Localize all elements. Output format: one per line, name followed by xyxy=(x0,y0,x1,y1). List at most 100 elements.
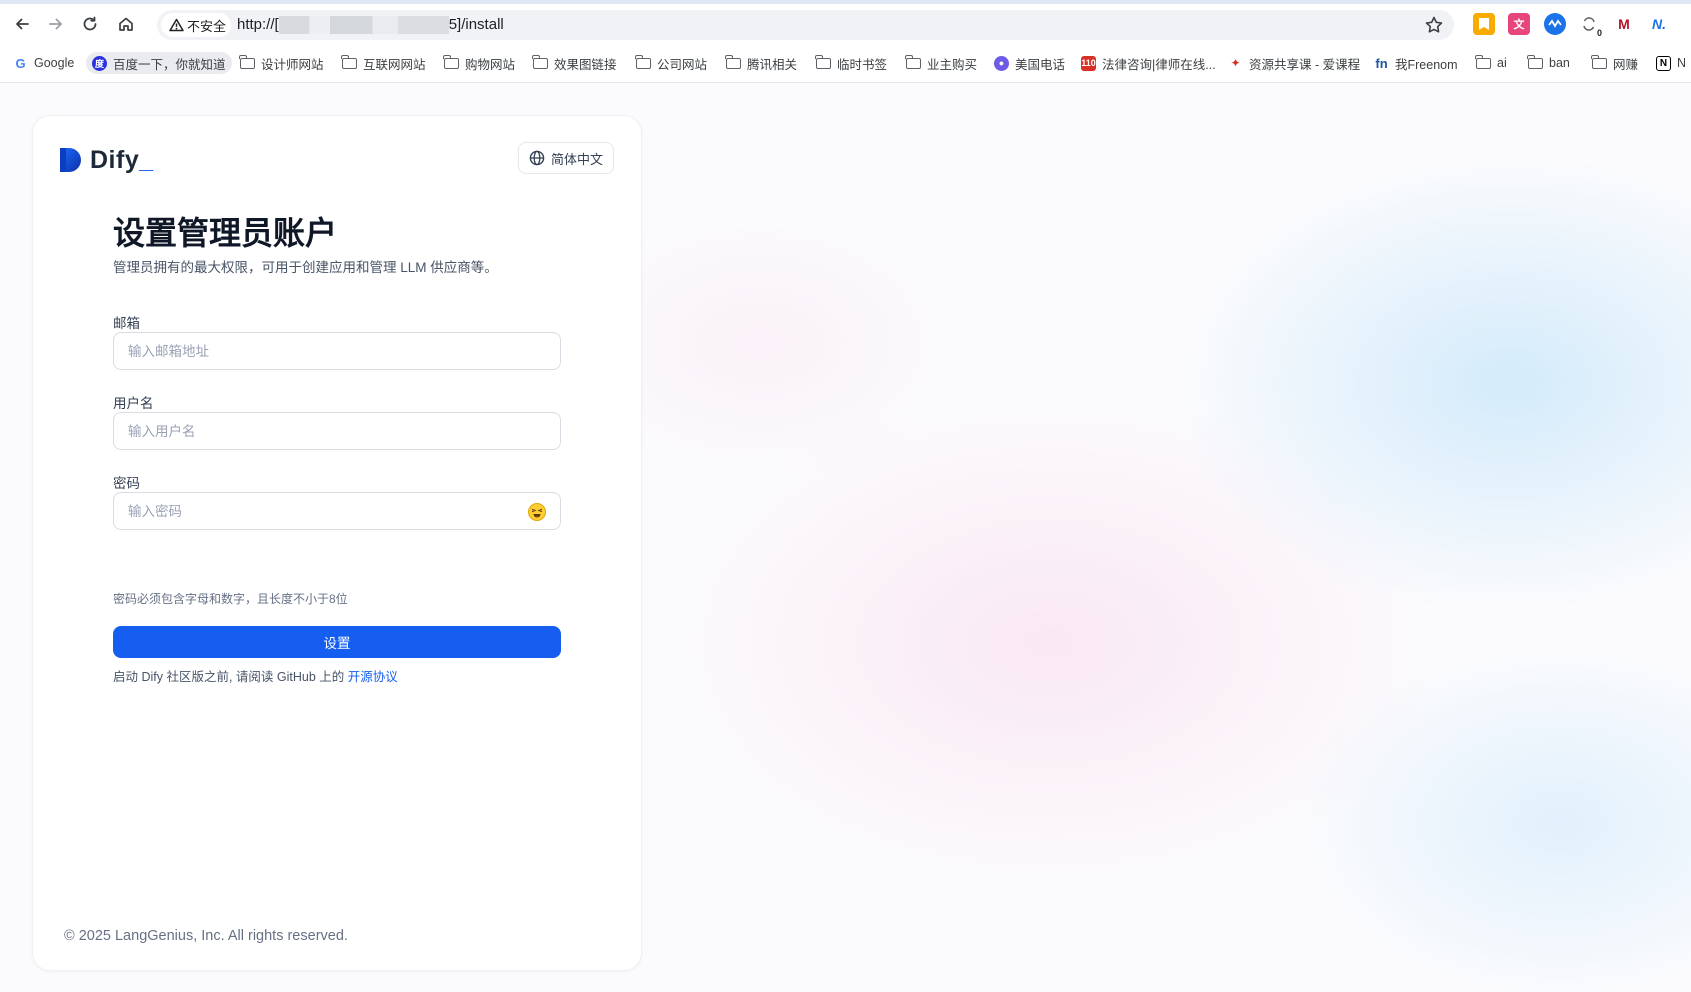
reload-button[interactable] xyxy=(77,11,103,37)
bookmark-label: 我Freenom xyxy=(1395,57,1458,72)
extension-chat-icon[interactable] xyxy=(1544,13,1566,35)
wave-icon xyxy=(1548,19,1562,28)
google-favicon-icon: G xyxy=(13,55,28,71)
folder-icon xyxy=(815,54,831,69)
license-notice: 启动 Dify 社区版之前, 请阅读 GitHub 上的 开源协议 xyxy=(113,666,398,685)
page-subtitle: 管理员拥有的最大权限，可用于创建应用和管理 LLM 供应商等。 xyxy=(113,260,498,275)
redacted-host xyxy=(278,16,449,35)
law-110-icon: 110 xyxy=(1081,55,1096,71)
url-suffix: 5]/install xyxy=(448,16,504,33)
baidu-paw-icon: 度 xyxy=(92,55,107,71)
bookmark-label: 互联网网站 xyxy=(363,57,426,72)
email-input[interactable] xyxy=(113,332,561,370)
bookmark-folder-earn[interactable]: 网赚 xyxy=(1591,52,1639,74)
license-text: 启动 Dify 社区版之前, 请阅读 GitHub 上的 xyxy=(113,670,345,684)
extension-m-icon[interactable]: M xyxy=(1613,13,1635,35)
home-button[interactable] xyxy=(113,11,139,37)
folder-icon xyxy=(341,54,357,69)
extension-bookmark-icon[interactable] xyxy=(1473,13,1495,35)
bookmark-label: 购物网站 xyxy=(465,57,516,72)
ribbon-icon xyxy=(1479,18,1489,30)
bookmark-label: 设计师网站 xyxy=(261,57,324,72)
install-card: Dify_ 简体中文 设置管理员账户 管理员拥有的最大权限，可用于创建应用和管理… xyxy=(32,115,642,971)
forward-button[interactable] xyxy=(43,11,69,37)
bookmark-us-phone[interactable]: ● 美国电话 xyxy=(994,52,1065,74)
extension-sync-icon[interactable]: 0 xyxy=(1578,13,1602,38)
extension-translate-icon[interactable]: 文 xyxy=(1508,13,1530,35)
bookmark-folder-designer[interactable]: 设计师网站 xyxy=(239,52,324,74)
show-password-emoji-icon[interactable] xyxy=(527,502,547,522)
bookmark-folder-ai[interactable]: ai xyxy=(1475,52,1507,74)
bookmark-star-button[interactable] xyxy=(1424,15,1444,35)
username-label: 用户名 xyxy=(113,396,154,411)
copyright-footer: © 2025 LangGenius, Inc. All rights reser… xyxy=(64,928,348,944)
folder-icon xyxy=(239,54,255,69)
folder-icon xyxy=(1591,54,1607,69)
bookmark-folder-internet[interactable]: 互联网网站 xyxy=(341,52,426,74)
extension-badge: 0 xyxy=(1596,28,1602,38)
freenom-logo-icon: fn xyxy=(1374,55,1389,71)
logo-cursor: _ xyxy=(139,146,154,174)
license-link[interactable]: 开源协议 xyxy=(348,670,398,684)
page-background: Dify_ 简体中文 设置管理员账户 管理员拥有的最大权限，可用于创建应用和管理… xyxy=(0,83,1691,992)
browser-toolbar: 不安全 http://[5]/install 文 0 M N. xyxy=(0,4,1691,44)
bookmarks-bar: G Google 度 百度一下，你就知道 设计师网站 互联网网站 购物网站 效果… xyxy=(0,44,1691,83)
bookmark-label: 网赚 xyxy=(1613,57,1639,72)
url-text[interactable]: http://[5]/install xyxy=(237,10,504,40)
folder-icon xyxy=(905,54,921,69)
bookmark-baidu[interactable]: 度 百度一下，你就知道 xyxy=(86,52,232,74)
bookmark-label: 效果图链接 xyxy=(554,57,617,72)
language-selector-button[interactable]: 简体中文 xyxy=(518,142,614,174)
dify-logo-text: Dify_ xyxy=(90,146,154,175)
chat-bubble-icon: ● xyxy=(994,55,1009,71)
security-chip[interactable]: 不安全 xyxy=(161,13,231,37)
course-logo-icon: ✦ xyxy=(1228,55,1243,71)
bookmark-folder-ban[interactable]: ban xyxy=(1527,52,1570,74)
address-bar[interactable]: 不安全 http://[5]/install xyxy=(157,10,1454,40)
folder-icon xyxy=(1475,54,1491,69)
bookmark-label: 法律咨询|律师在线... xyxy=(1102,57,1216,72)
forward-arrow-icon xyxy=(49,18,62,30)
bookmark-folder-company[interactable]: 公司网站 xyxy=(635,52,708,74)
bookmark-google[interactable]: G Google xyxy=(13,52,74,74)
folder-icon xyxy=(1527,54,1543,69)
bookmark-label: ban xyxy=(1549,56,1570,70)
bookmark-label: ai xyxy=(1497,56,1507,70)
bookmark-folder-owner[interactable]: 业主购买 xyxy=(905,52,977,74)
folder-icon xyxy=(532,54,548,69)
bookmark-label: 百度一下，你就知道 xyxy=(113,57,226,72)
bookmark-label: Google xyxy=(34,56,75,70)
language-label: 简体中文 xyxy=(550,151,603,167)
email-label: 邮箱 xyxy=(113,316,140,331)
bookmark-folder-temp[interactable]: 临时书签 xyxy=(815,52,887,74)
bookmark-label: 公司网站 xyxy=(657,57,708,72)
password-hint: 密码必须包含字母和数字，且长度不小于8位 xyxy=(113,592,348,606)
folder-icon xyxy=(725,54,741,69)
sync-icon xyxy=(1583,17,1595,31)
logo-wordmark: Dify xyxy=(90,146,140,174)
bookmark-notion[interactable]: N N xyxy=(1656,52,1686,74)
globe-icon xyxy=(529,150,545,166)
back-button[interactable] xyxy=(9,11,35,37)
username-input[interactable] xyxy=(113,412,561,450)
notion-logo-icon: N xyxy=(1656,55,1671,71)
bookmark-label: N xyxy=(1677,56,1687,70)
bookmark-folder-shopping[interactable]: 购物网站 xyxy=(443,52,516,74)
reload-icon xyxy=(83,16,97,31)
page-title: 设置管理员账户 xyxy=(113,215,338,251)
dify-logo: Dify_ xyxy=(58,146,154,175)
bookmark-folder-renderings[interactable]: 效果图链接 xyxy=(532,52,617,74)
folder-icon xyxy=(635,54,651,69)
extension-n-icon[interactable]: N. xyxy=(1648,13,1670,35)
setup-submit-button[interactable]: 设置 xyxy=(113,626,561,658)
star-icon xyxy=(1425,16,1443,33)
home-icon xyxy=(119,17,133,31)
bookmark-label: 腾讯相关 xyxy=(747,57,798,72)
bookmark-icourse[interactable]: ✦ 资源共享课 - 爱课程 xyxy=(1228,52,1360,74)
bookmark-freenom[interactable]: fn 我Freenom xyxy=(1374,52,1458,74)
bookmark-law[interactable]: 110 法律咨询|律师在线... xyxy=(1081,52,1216,74)
bookmark-label: 资源共享课 - 爱课程 xyxy=(1249,57,1361,72)
bookmark-folder-tencent[interactable]: 腾讯相关 xyxy=(725,52,798,74)
password-label: 密码 xyxy=(113,476,140,491)
password-input[interactable] xyxy=(113,492,561,530)
